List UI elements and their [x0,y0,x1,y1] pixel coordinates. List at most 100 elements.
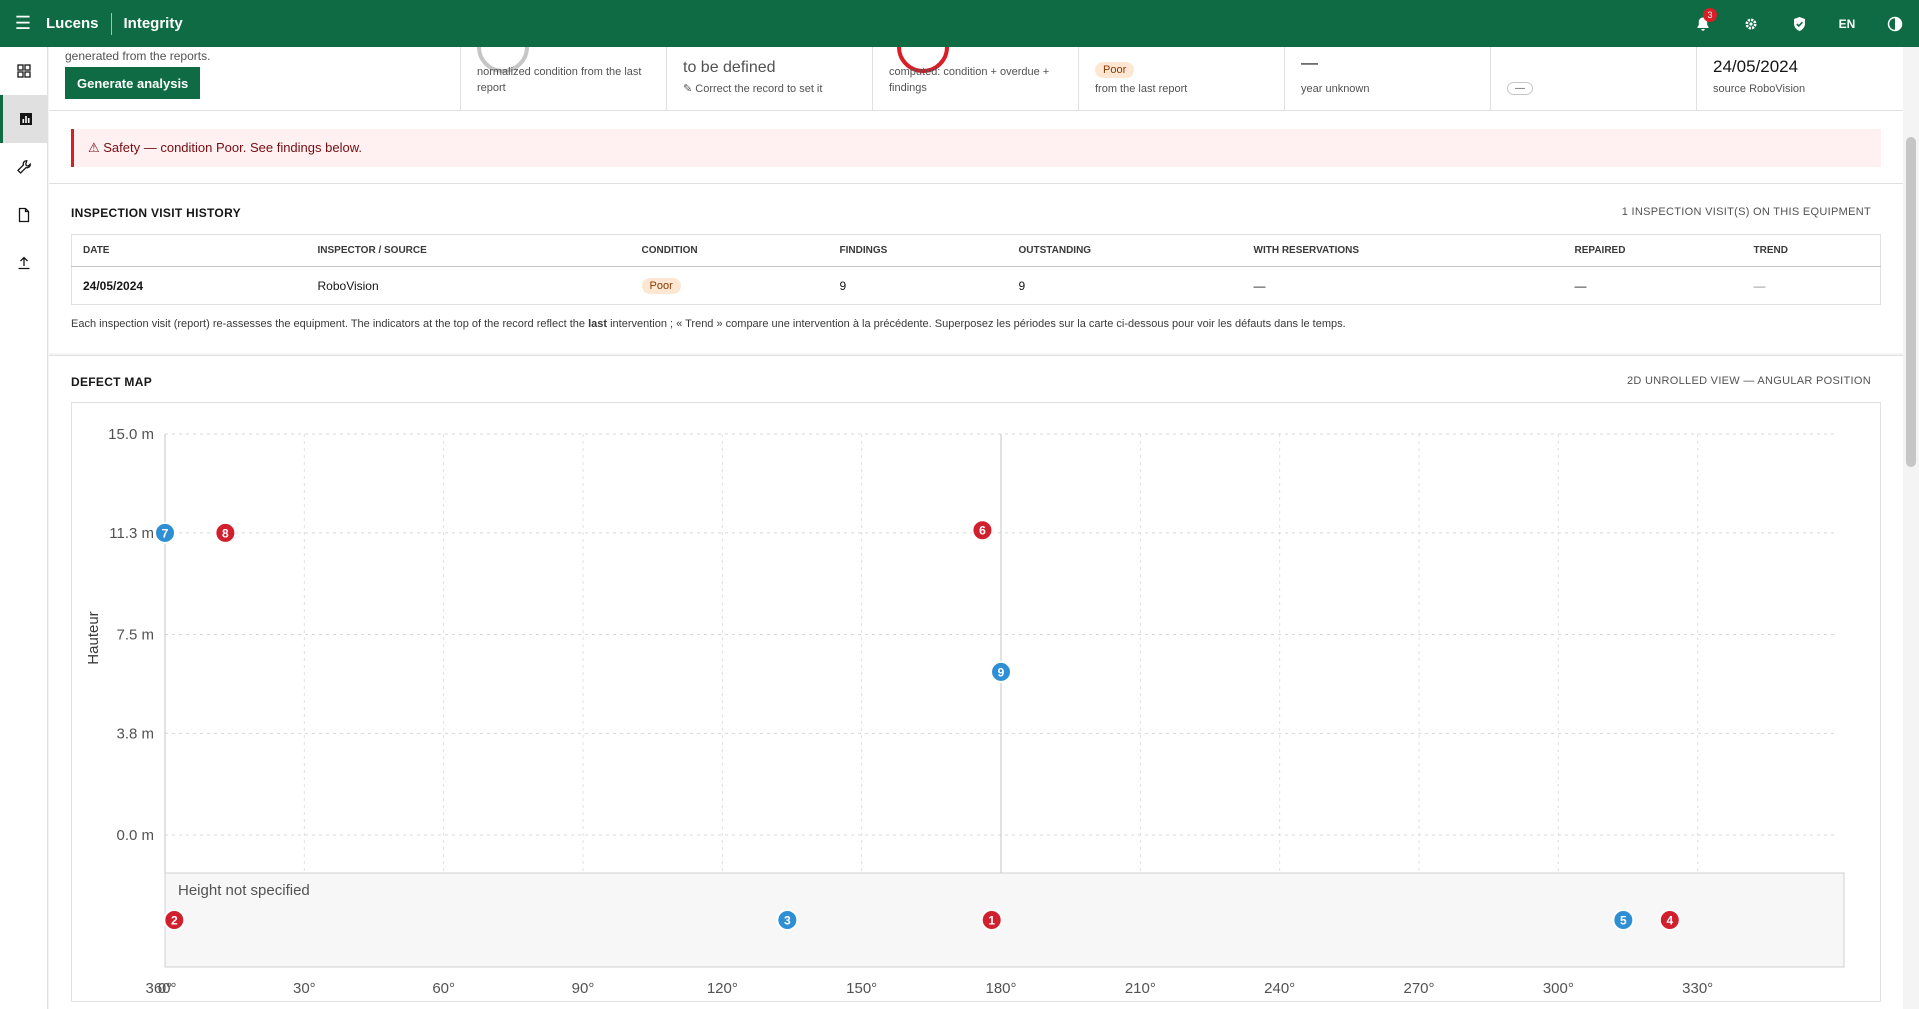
contrast-icon [1887,16,1903,31]
theme-toggle[interactable] [1871,0,1919,47]
defect-map-title: DEFECT MAP [71,375,152,389]
defect-marker-label[interactable]: 6 [979,524,986,538]
language-switch[interactable]: EN [1823,0,1871,47]
page-scrollbar[interactable] [1903,47,1919,1009]
safety-alert: ⚠ Safety — condition Poor. See findings … [71,129,1881,167]
defect-marker-label[interactable]: 2 [171,914,178,928]
app-name[interactable]: Integrity [112,15,183,32]
kpi-extra: — [1490,47,1696,111]
nav-dashboard[interactable] [0,47,48,95]
nav-upload[interactable] [0,239,48,287]
table-row[interactable]: 24/05/2024 RoboVision Poor 9 9 — — — [72,267,1881,305]
defect-marker-label[interactable]: 1 [988,914,995,928]
defect-map-chart[interactable]: 15.0 m 11.3 m 7.5 m 3.8 m 0.0 m Hauteur Height… [71,402,1881,1002]
security-button[interactable] [1775,0,1823,47]
kpi-condition-sub: normalized condition from the last repor… [477,66,642,94]
history-section: INSPECTION VISIT HISTORY 1 INSPECTION VI… [49,183,1903,353]
cell-outstanding: 9 [1018,278,1026,293]
x-tick-label: 120° [707,980,738,997]
wrench-icon [17,160,31,174]
col-reservations[interactable]: WITH RESERVATIONS [1242,234,1564,267]
kpi-year-value: — [1301,53,1318,72]
defect-marker-label[interactable]: 3 [784,914,791,928]
cell-trend: — [1753,278,1766,293]
main-content: generated from the reports. Generate ana… [49,47,1903,1009]
defect-map-view: 2D UNROLLED VIEW — ANGULAR POSITION [1627,375,1871,387]
x-tick-label: 330° [1682,980,1713,997]
cell-source: RoboVision [317,278,379,293]
note-start: Each inspection visit (report) re-assess… [71,318,589,330]
condition-pill: Poor [641,277,681,294]
y-axis-title: Hauteur [85,611,102,664]
nav-analytics[interactable] [0,95,48,143]
note-end: intervention ; « Trend » compare une int… [607,318,1346,330]
upload-icon [18,256,30,270]
grid-icon [17,64,31,78]
defect-map-section: DEFECT MAP 2D UNROLLED VIEW — ANGULAR PO… [49,355,1903,1009]
notifications-button[interactable]: 3 [1679,0,1727,47]
notification-badge: 3 [1703,8,1717,22]
kpi-last-inspection: 24/05/2024 source RoboVision [1696,47,1903,111]
defect-marker-label[interactable]: 8 [222,526,229,540]
history-count: 1 INSPECTION VISIT(S) ON THIS EQUIPMENT [1621,206,1871,218]
menu-icon[interactable]: ☰ [0,0,46,47]
kpi-extra-value: — [1507,78,1533,96]
x-tick-label: 60° [432,980,455,997]
x-tick-label: 240° [1264,980,1295,997]
nav-documents[interactable] [0,191,48,239]
y-tick-label: 7.5 m [116,627,154,644]
kpi-condition: normalized condition from the last repor… [460,47,666,111]
col-repaired[interactable]: REPAIRED [1563,234,1743,267]
kpi-risk: computed: condition + overdue + findings [872,47,1078,111]
defect-map-svg[interactable]: 15.0 m 11.3 m 7.5 m 3.8 m 0.0 m Hauteur Height… [72,403,1882,1003]
note-bold: last [588,318,608,330]
y-tick-label: 15.0 m [108,426,154,443]
kpi-status: Poor from the last report [1078,47,1284,111]
generate-analysis-button[interactable]: Generate analysis [65,67,201,99]
defect-marker-label[interactable]: 7 [162,526,169,540]
kpi-year-sub: year unknown [1301,83,1370,95]
defect-marker-label[interactable]: 5 [1620,914,1627,928]
x-tick-label: 0° [158,980,172,997]
chart-icon [19,113,32,125]
cell-findings: 9 [839,278,847,293]
y-tick-label: 0.0 m [116,827,154,844]
x-tick-label: 270° [1403,980,1434,997]
defect-marker-label[interactable]: 4 [1666,914,1673,928]
top-bar: ☰ Lucens Integrity 3 EN [0,0,1919,47]
col-condition[interactable]: CONDITION [630,234,829,267]
cell-date: 24/05/2024 [83,278,144,293]
cell-repaired: — [1574,278,1587,293]
unspecified-label: Height not specified [178,882,310,899]
kpi-criticality: to be defined ✎ Correct the record to se… [666,47,872,111]
history-title: INSPECTION VISIT HISTORY [71,206,241,220]
defect-marker-label[interactable]: 9 [998,665,1005,679]
extra-pill: — [1507,82,1533,95]
x-tick-label: 150° [846,980,877,997]
gear-icon [1745,18,1757,29]
x-tick-label: 180° [985,980,1016,997]
kpi-row: generated from the reports. Generate ana… [49,47,1903,111]
x-tick-label: 300° [1543,980,1574,997]
col-findings[interactable]: FINDINGS [828,234,1008,267]
brand-name[interactable]: Lucens [46,15,111,32]
history-table: DATE INSPECTOR / SOURCE CONDITION FINDIN… [71,234,1881,305]
history-note: Each inspection visit (report) re-assess… [71,318,1346,330]
kpi-last-source: source RoboVision [1713,83,1806,95]
kpi-criticality-value: to be defined [683,59,776,76]
col-source[interactable]: INSPECTOR / SOURCE [306,234,631,267]
col-trend[interactable]: TREND [1742,234,1881,267]
kpi-last-date: 24/05/2024 [1713,57,1799,76]
analysis-panel: generated from the reports. Generate ana… [65,47,465,99]
x-tick-label: 90° [572,980,595,997]
scrollbar-thumb[interactable] [1906,137,1916,467]
col-date[interactable]: DATE [71,234,307,267]
analysis-intro: generated from the reports. [65,49,211,63]
status-pill: Poor [1095,62,1135,78]
y-tick-label: 3.8 m [116,725,154,742]
settings-button[interactable] [1727,0,1775,47]
nav-maintenance[interactable] [0,143,48,191]
history-header-row: DATE INSPECTOR / SOURCE CONDITION FINDIN… [71,234,1881,267]
kpi-criticality-sub[interactable]: ✎ Correct the record to set it [683,81,822,97]
col-outstanding[interactable]: OUTSTANDING [1007,234,1243,267]
